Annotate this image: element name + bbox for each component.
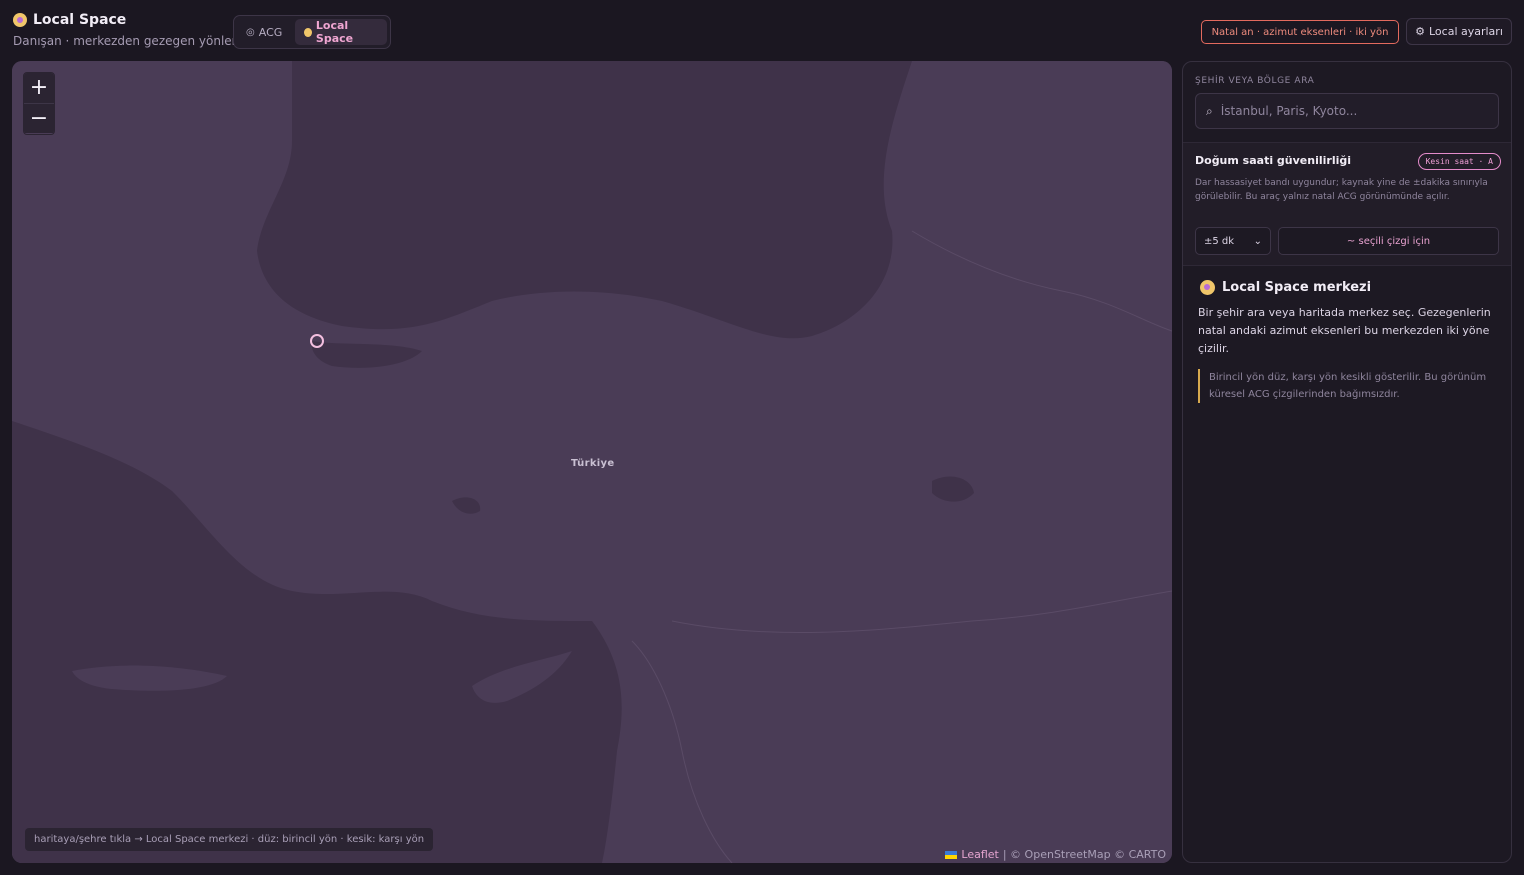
selected-line-button[interactable]: ~ seçili çizgi için: [1278, 227, 1499, 255]
reliability-badge: Kesin saat · A: [1417, 153, 1501, 170]
search-input[interactable]: [1220, 104, 1481, 118]
app-title-text: Local Space: [33, 12, 127, 28]
chevron-down-icon: ⌄: [1253, 235, 1262, 247]
precision-value: ±5 dk: [1204, 235, 1235, 247]
precision-select[interactable]: ±5 dk ⌄: [1195, 227, 1271, 255]
birth-time-reliability: Doğum saati güvenilirliği Kesin saat · A…: [1183, 142, 1511, 266]
center-note: Birincil yön düz, karşı yön kesikli göst…: [1198, 369, 1498, 403]
search-box[interactable]: ⌕: [1195, 93, 1499, 129]
ukraine-flag-icon: [945, 850, 958, 859]
map-hint: haritaya/şehre tıkla → Local Space merke…: [25, 828, 434, 851]
country-label: Türkiye: [571, 458, 615, 469]
zoom-control: + −: [23, 72, 55, 135]
mode-acg-label: ACG: [258, 25, 283, 39]
center-description: Bir şehir ara veya haritada merkez seç. …: [1198, 306, 1491, 355]
sun-icon: [304, 27, 312, 37]
gear-icon: ⚙: [1415, 25, 1425, 38]
target-icon: ◎: [246, 26, 255, 38]
sun-icon: [1200, 280, 1215, 295]
search-icon: ⌕: [1206, 103, 1213, 118]
mode-local-space-label: Local Space: [315, 19, 354, 45]
attribution-text: | © OpenStreetMap © CARTO: [1002, 848, 1166, 861]
center-marker[interactable]: [310, 334, 324, 348]
brand: Local Space Danışan · merkezden gezegen …: [13, 12, 240, 48]
app-title: Local Space: [13, 12, 240, 28]
map-attribution: Leaflet | © OpenStreetMap © CARTO: [945, 848, 1166, 861]
local-settings-label: Local ayarları: [1428, 25, 1503, 38]
app-subtitle: Danışan · merkezden gezegen yönleri: [13, 34, 240, 48]
local-settings-button[interactable]: ⚙ Local ayarları: [1406, 18, 1512, 45]
mode-local-space-button[interactable]: Local Space: [295, 19, 387, 45]
zoom-out-button[interactable]: −: [24, 103, 54, 133]
mode-toggle: ◎ ACG Local Space: [233, 15, 391, 49]
center-section-title: Local Space merkezi: [1200, 280, 1371, 295]
center-title-text: Local Space merkezi: [1222, 280, 1372, 295]
mode-acg-button[interactable]: ◎ ACG: [237, 19, 291, 45]
side-panel: ŞEHİR VEYA BÖLGE ARA ⌕ Doğum saati güven…: [1182, 61, 1512, 863]
zoom-in-button[interactable]: +: [24, 73, 54, 103]
leaflet-link[interactable]: Leaflet: [961, 848, 998, 861]
reliability-title: Doğum saati güvenilirliği: [1195, 154, 1352, 167]
map-view[interactable]: + − Türkiye haritaya/şehre tıkla → Local…: [12, 61, 1172, 863]
sun-icon: [13, 13, 27, 27]
natal-badge: Natal an · azimut eksenleri · iki yön: [1201, 20, 1399, 44]
reliability-description: Dar hassasiyet bandı uygundur; kaynak yi…: [1195, 178, 1488, 202]
search-label: ŞEHİR VEYA BÖLGE ARA: [1195, 76, 1315, 86]
